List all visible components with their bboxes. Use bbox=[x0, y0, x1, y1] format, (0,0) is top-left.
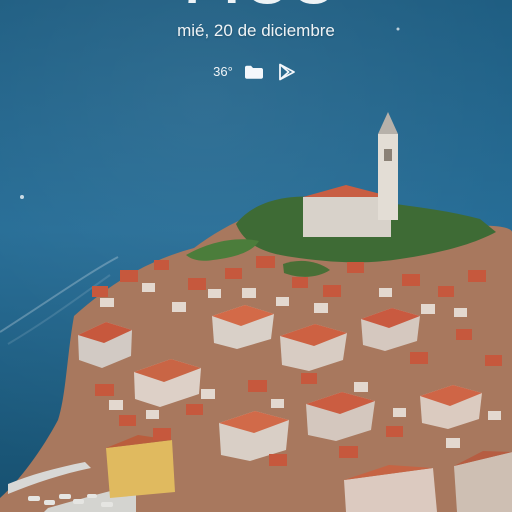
folder-icon bbox=[242, 62, 266, 82]
status-row: 36° bbox=[0, 62, 512, 82]
date-label: mié, 20 de diciembre bbox=[177, 21, 335, 40]
play-store-icon bbox=[275, 62, 299, 82]
clock-time: 7:33 bbox=[0, 0, 512, 16]
temperature-label: 36° bbox=[213, 64, 233, 79]
